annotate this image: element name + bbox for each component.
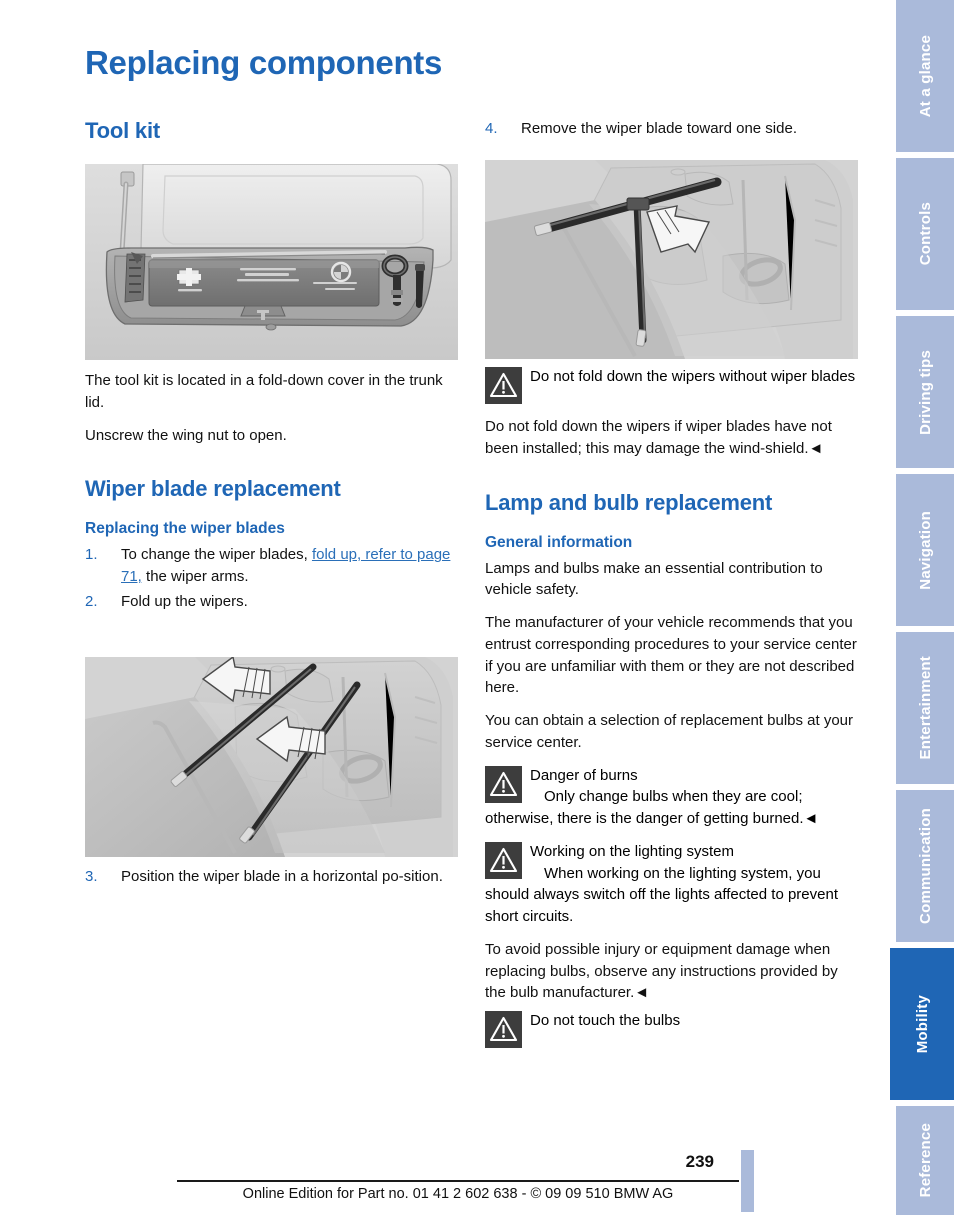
step-item: 2. Fold up the wipers. bbox=[85, 591, 458, 613]
warning-body: Only change bulbs when they are cool; ot… bbox=[485, 788, 819, 827]
step-number: 3. bbox=[85, 868, 98, 885]
left-column-step3: 3. Position the wiper blade in a horizont… bbox=[85, 866, 458, 891]
page-number: 239 bbox=[685, 1152, 714, 1171]
figure-wipers-folded-up bbox=[85, 657, 458, 857]
wiper-steps-list: 1. To change the wiper blades, fold up, r… bbox=[85, 544, 458, 612]
warning-lighting-body-2: To avoid possible injury or equipment da… bbox=[485, 940, 838, 1002]
lamp-para-1: Lamps and bulbs make an essential contri… bbox=[485, 559, 823, 599]
sidebar-tab-reference[interactable]: Reference bbox=[896, 1106, 954, 1215]
heading-lamp-bulb-replacement: Lamp and bulb replacement bbox=[485, 489, 773, 515]
lamp-para-2: The manufacturer of your vehicle recomme… bbox=[485, 614, 857, 697]
left-column: Tool kit bbox=[85, 118, 458, 144]
step-text: Remove the wiper blade toward one side. bbox=[521, 120, 797, 137]
sidebar-tab-label: Mobility bbox=[913, 994, 931, 1054]
right-column-body: Do not fold down the wipers without wipe… bbox=[485, 366, 858, 1049]
sidebar-tab-label: Controls bbox=[916, 202, 934, 266]
warning-wipers-body: Do not fold down the wipers if wiper bla… bbox=[485, 418, 832, 457]
warning-triangle-icon bbox=[485, 841, 522, 879]
step-number: 2. bbox=[85, 592, 98, 610]
warning-danger-of-burns: Danger of burns Only change bulbs when t… bbox=[485, 765, 858, 830]
footer-divider bbox=[177, 1180, 739, 1182]
toolkit-para-2: Unscrew the wing nut to open. bbox=[85, 426, 287, 444]
document-page: Replacing components Tool kit The tool k… bbox=[0, 0, 954, 1215]
figure-tool-kit bbox=[85, 164, 458, 360]
wiper-steps-list-cont: 3. Position the wiper blade in a horizont… bbox=[85, 866, 458, 888]
page-number-marker bbox=[741, 1150, 754, 1212]
sidebar-tab-label: Navigation bbox=[916, 510, 934, 590]
step-item: 3. Position the wiper blade in a horizont… bbox=[85, 866, 458, 888]
sidebar-tab-mobility[interactable]: Mobility bbox=[890, 948, 954, 1100]
step-number: 1. bbox=[85, 546, 98, 564]
page-title: Replacing components bbox=[85, 44, 443, 81]
step-text: Position the wiper blade in a horizontal… bbox=[121, 868, 443, 885]
subheading-general-information: General information bbox=[485, 533, 633, 551]
warning-title: Do not fold down the wipers without wipe… bbox=[530, 368, 856, 385]
step-item: 1. To change the wiper blades, fold up, r… bbox=[85, 544, 458, 588]
lamp-para-3: You can obtain a selection of replacemen… bbox=[485, 712, 854, 751]
heading-tool-kit: Tool kit bbox=[85, 118, 160, 143]
sidebar-tab-label: Driving tips bbox=[916, 349, 934, 435]
sidebar-tab-entertainment[interactable]: Entertainment bbox=[896, 632, 954, 784]
sidebar-tab-navigation[interactable]: Navigation bbox=[896, 474, 954, 626]
step-number: 4. bbox=[485, 120, 498, 137]
step-item: 4. Remove the wiper blade toward one side… bbox=[485, 118, 858, 140]
warning-wipers-without-blades: Do not fold down the wipers without wipe… bbox=[485, 366, 858, 405]
wiper-steps-list-right: 4. Remove the wiper blade toward one side… bbox=[485, 118, 858, 140]
footer-text: Online Edition for Part no. 01 41 2 602 … bbox=[242, 1186, 674, 1202]
warning-body: When working on the lighting system, you… bbox=[485, 864, 838, 926]
warning-title: Working on the lighting system bbox=[530, 842, 734, 860]
right-column-step4: 4. Remove the wiper blade toward one side… bbox=[485, 118, 858, 143]
heading-wiper-blade-replacement: Wiper blade replacement bbox=[85, 476, 341, 502]
sidebar-tab-label: Communication bbox=[916, 808, 934, 924]
step-text-before: To change the wiper blades, bbox=[121, 546, 312, 564]
sidebar-tab-controls[interactable]: Controls bbox=[896, 158, 954, 310]
step-text-after: the wiper arms. bbox=[141, 568, 249, 585]
warning-title: Danger of burns bbox=[530, 766, 638, 784]
subheading-replacing-wiper-blades: Replacing the wiper blades bbox=[85, 520, 285, 538]
sidebar-tab-communication[interactable]: Communication bbox=[896, 790, 954, 942]
warning-triangle-icon bbox=[485, 1011, 522, 1048]
sidebar-tab-label: At a glance bbox=[916, 34, 934, 118]
sidebar-tab-at-a-glance[interactable]: At a glance bbox=[896, 0, 954, 152]
warning-title: Do not touch the bulbs bbox=[530, 1012, 681, 1029]
sidebar-tab-label: Reference bbox=[916, 1123, 934, 1198]
warning-triangle-icon bbox=[485, 367, 522, 404]
sidebar-tab-label: Entertainment bbox=[916, 656, 934, 760]
warning-working-on-lighting-system: Working on the lighting system When work… bbox=[485, 841, 858, 928]
toolkit-para-1: The tool kit is located in a fold-down c… bbox=[85, 372, 443, 411]
sidebar-tab-driving-tips[interactable]: Driving tips bbox=[896, 316, 954, 468]
figure-wiper-blade-removal bbox=[485, 160, 858, 359]
left-column-text-toolkit: The tool kit is located in a fold-down c… bbox=[85, 370, 458, 616]
warning-do-not-touch-bulbs: Do not touch the bulbs bbox=[485, 1010, 858, 1049]
step-text: Fold up the wipers. bbox=[121, 592, 248, 610]
warning-triangle-icon bbox=[485, 765, 522, 803]
section-tabs-sidebar: At a glance Controls Driving tips Naviga… bbox=[890, 0, 954, 1215]
